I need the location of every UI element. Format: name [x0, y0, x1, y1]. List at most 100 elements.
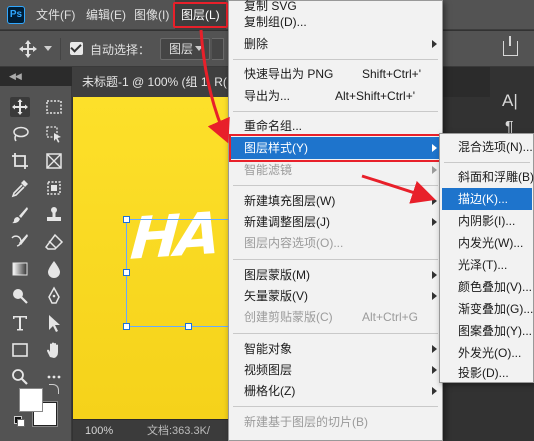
auto-select-checkbox[interactable] — [70, 42, 83, 55]
submenu-item-inner-glow[interactable]: 内发光(W)... — [440, 232, 534, 254]
submenu-arrow-icon — [432, 144, 437, 152]
layer-menu-dropdown: 复制 SVG 复制组(D)... 删除 快速导出为 PNG Shift+Ctrl+… — [228, 0, 443, 441]
menu-item-shortcut: Shift+Ctrl+' — [362, 67, 421, 81]
path-selection-tool-icon[interactable] — [44, 313, 64, 333]
gradient-tool-icon[interactable] — [10, 259, 30, 279]
zoom-tool-icon[interactable] — [10, 367, 30, 387]
eyedropper-tool-icon[interactable] — [10, 178, 30, 198]
submenu-arrow-icon — [432, 166, 437, 174]
submenu-item-outer-glow[interactable]: 外发光(O)... — [440, 342, 534, 364]
submenu-arrow-icon — [432, 40, 437, 48]
menu-item-quick-export-png[interactable]: 快速导出为 PNG Shift+Ctrl+' — [229, 63, 442, 85]
submenu-arrow-icon — [432, 271, 437, 279]
menu-item-label: 智能对象 — [244, 342, 293, 356]
submenu-item-stroke[interactable]: 描边(K)... — [442, 188, 532, 210]
menu-image[interactable]: 图像(I) — [134, 0, 169, 30]
submenu-item-pattern-overlay[interactable]: 图案叠加(Y)... — [440, 320, 534, 342]
submenu-item-drop-shadow[interactable]: 投影(D)... — [440, 362, 534, 384]
blur-tool-icon[interactable] — [44, 259, 64, 279]
spot-healing-tool-icon[interactable] — [44, 178, 64, 198]
menu-item-label: 快速导出为 PNG — [244, 67, 334, 81]
menu-item-delete[interactable]: 删除 — [229, 33, 442, 55]
menu-item-new-fill-layer[interactable]: 新建填充图层(W) — [229, 190, 442, 212]
menu-item-new-adjustment-layer[interactable]: 新建调整图层(J) — [229, 211, 442, 233]
submenu-item-inner-shadow[interactable]: 内阴影(I)... — [440, 210, 534, 232]
submenu-arrow-icon — [432, 387, 437, 395]
share-icon[interactable] — [503, 36, 518, 56]
menu-item-label: 重命名组... — [244, 119, 303, 133]
document-size-info: 文档:363.3K/ — [147, 425, 210, 437]
menu-separator — [233, 185, 438, 186]
transform-handle[interactable] — [123, 216, 130, 223]
transform-handle[interactable] — [123, 323, 130, 330]
menu-item-label: 新建填充图层(W) — [244, 194, 336, 208]
move-tool-icon[interactable] — [10, 97, 30, 117]
pen-tool-icon[interactable] — [44, 286, 64, 306]
menu-item-rasterize[interactable]: 栅格化(Z) — [229, 380, 442, 402]
transform-handle[interactable] — [185, 323, 192, 330]
status-bar: 100% 文档:363.3K/ — [73, 419, 248, 441]
menu-item-smart-object[interactable]: 智能对象 — [229, 338, 442, 360]
menu-item-label: 图层蒙版(M) — [244, 268, 310, 282]
menu-item-label: 智能滤镜 — [244, 163, 293, 177]
menu-item-export-as[interactable]: 导出为... Alt+Shift+Ctrl+' — [229, 85, 442, 107]
menu-item-layer-mask[interactable]: 图层蒙版(M) — [229, 264, 442, 286]
document-canvas[interactable]: HA — [73, 97, 248, 419]
frame-tool-icon[interactable] — [44, 151, 64, 171]
marquee-tool-icon[interactable] — [44, 97, 64, 117]
menu-separator — [233, 259, 438, 260]
menu-item-new-layer-based-slice: 新建基于图层的切片(B) — [229, 411, 442, 433]
auto-select-target-dropdown[interactable]: 图层 — [160, 38, 210, 60]
clone-stamp-tool-icon[interactable] — [44, 205, 64, 225]
menu-layer[interactable]: 图层(L) — [173, 0, 228, 30]
menu-item-layer-style[interactable]: 图层样式(Y) — [229, 134, 442, 162]
menu-edit[interactable]: 编辑(E) — [86, 0, 126, 30]
submenu-arrow-icon — [432, 218, 437, 226]
transform-handle[interactable] — [123, 269, 130, 276]
lasso-tool-icon[interactable] — [10, 124, 30, 144]
collapse-panel-icon[interactable]: ◀◀ — [9, 71, 22, 82]
menu-separator — [233, 406, 438, 407]
object-selection-tool-icon[interactable] — [44, 124, 64, 144]
crop-tool-icon[interactable] — [10, 151, 30, 171]
dropdown-edge — [212, 38, 224, 60]
eraser-tool-icon[interactable] — [44, 232, 64, 252]
type-tool-icon[interactable] — [10, 313, 30, 333]
menu-file[interactable]: 文件(F) — [36, 0, 75, 30]
rectangle-tool-icon[interactable] — [10, 340, 30, 360]
menu-item-label: 栅格化(Z) — [244, 384, 296, 398]
document-tab[interactable]: 未标题-1 @ 100% (组 1, R( — [72, 67, 242, 97]
menu-item-shortcut: Alt+Shift+Ctrl+' — [335, 89, 415, 103]
zoom-level[interactable]: 100% — [85, 420, 113, 441]
menu-item-label: 删除 — [244, 37, 269, 51]
menu-item-video-layer[interactable]: 视频图层 — [229, 359, 442, 381]
menu-item-label: 新建基于图层的切片(B) — [244, 415, 368, 429]
menu-separator — [233, 333, 438, 334]
move-tool-icon[interactable] — [18, 39, 38, 59]
auto-select-label: 自动选择： — [90, 43, 151, 57]
submenu-item-blending-options[interactable]: 混合选项(N)... — [440, 136, 534, 158]
submenu-item-color-overlay[interactable]: 颜色叠加(V)... — [440, 276, 534, 298]
menu-item-label: 导出为... — [244, 89, 291, 103]
tool-preset-chevron-icon[interactable] — [44, 46, 52, 51]
dodge-tool-icon[interactable] — [10, 286, 30, 306]
divider — [60, 38, 61, 60]
menu-separator — [444, 162, 530, 163]
menu-item-vector-mask[interactable]: 矢量蒙版(V) — [229, 285, 442, 307]
menu-item-shortcut: Alt+Ctrl+G — [362, 310, 419, 324]
history-brush-tool-icon[interactable] — [10, 232, 30, 252]
menu-item-duplicate-group[interactable]: 复制组(D)... — [229, 11, 442, 33]
character-panel-icon[interactable]: A| — [502, 91, 518, 111]
menu-item-label: 创建剪贴蒙版(C) — [244, 310, 333, 324]
submenu-item-gradient-overlay[interactable]: 渐变叠加(G)... — [440, 298, 534, 320]
default-colors-icon[interactable] — [14, 416, 25, 427]
foreground-color-swatch[interactable] — [19, 388, 43, 412]
submenu-item-satin[interactable]: 光泽(T)... — [440, 254, 534, 276]
menu-item-label: 图层内容选项(O)... — [244, 236, 344, 250]
submenu-item-bevel-emboss[interactable]: 斜面和浮雕(B)... — [440, 166, 534, 188]
hand-tool-icon[interactable] — [44, 340, 64, 360]
menu-item-label: 视频图层 — [244, 363, 293, 377]
brush-tool-icon[interactable] — [10, 205, 30, 225]
swap-colors-icon[interactable] — [49, 384, 59, 394]
submenu-arrow-icon — [432, 345, 437, 353]
